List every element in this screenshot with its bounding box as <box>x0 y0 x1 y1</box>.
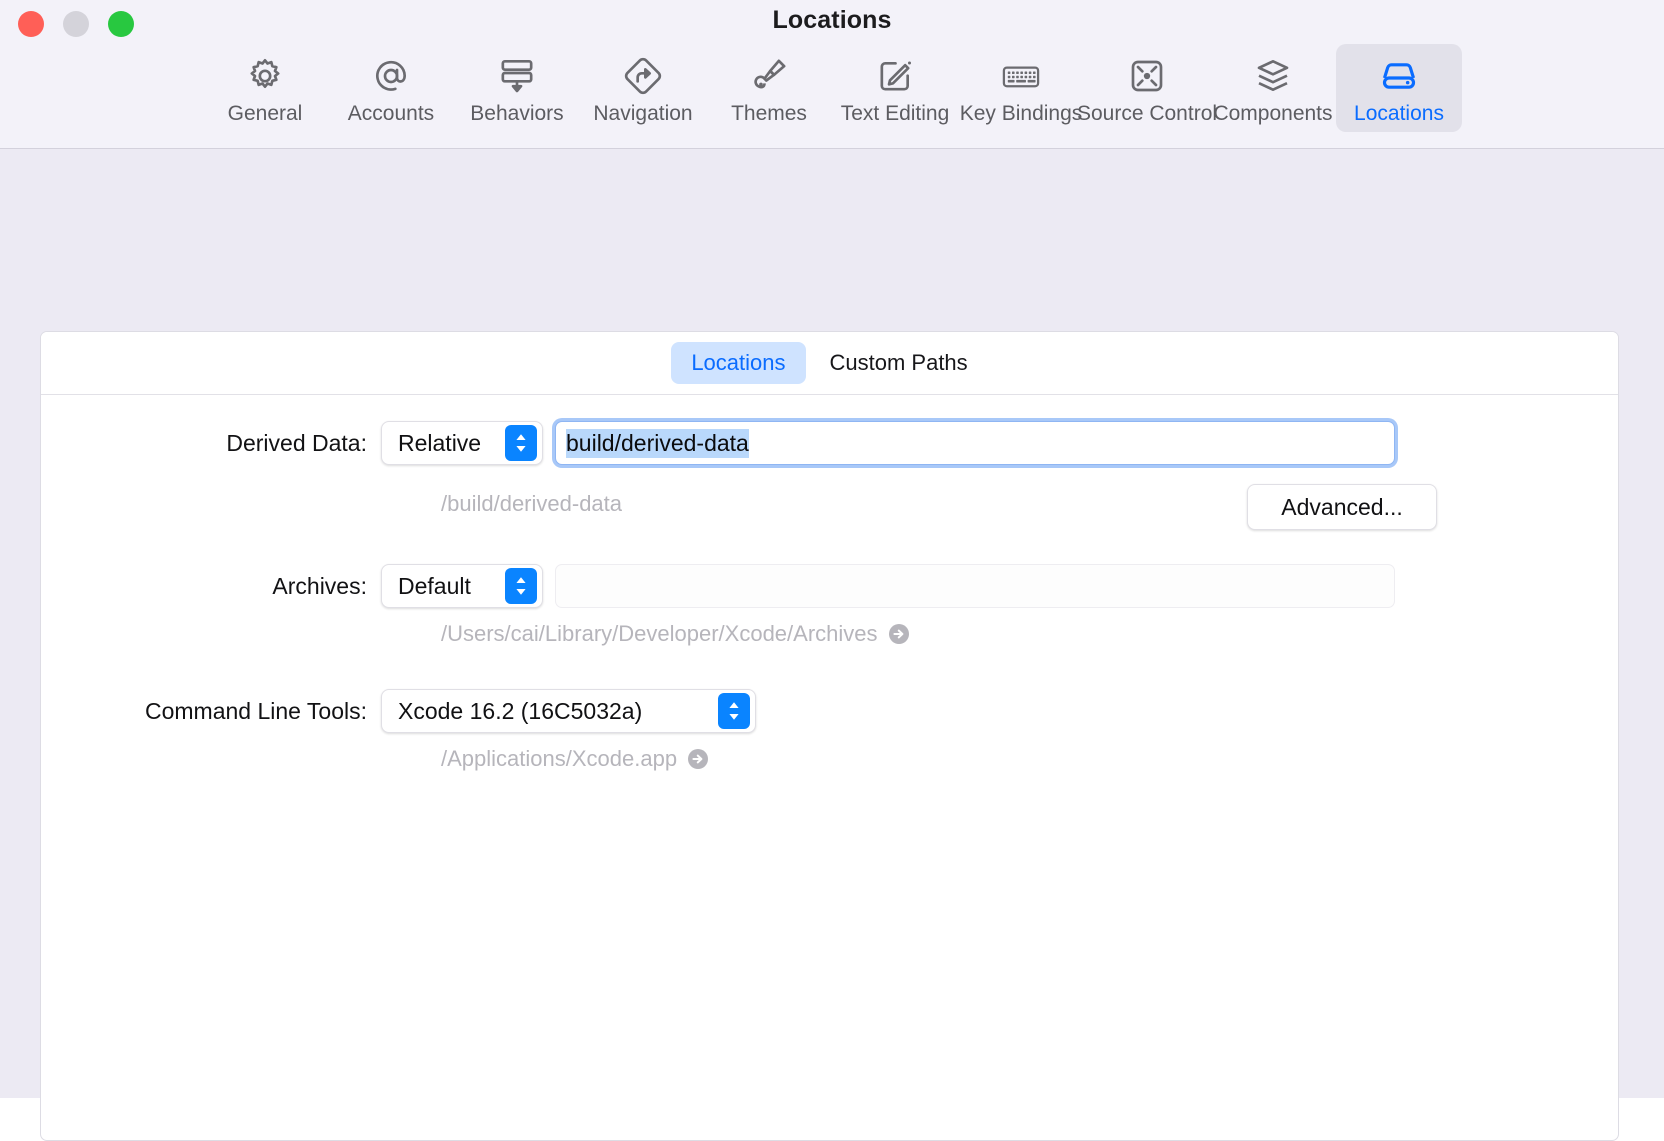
segmented-control: Locations Custom Paths <box>41 332 1618 395</box>
command-line-tools-label: Command Line Tools: <box>144 697 367 724</box>
derived-data-location-value: Relative <box>398 429 482 456</box>
toolbar-item-label: Locations <box>1354 102 1444 125</box>
chevron-up-down-icon <box>718 693 750 729</box>
toolbar-item-label: Text Editing <box>840 102 950 125</box>
locations-content-card: Locations Custom Paths Derived Data: Rel… <box>40 331 1619 1141</box>
settings-toolbar: General Accounts Behaviors Navigation Th… <box>0 44 1664 140</box>
tab-custom-paths[interactable]: Custom Paths <box>810 342 988 384</box>
archives-label: Archives: <box>272 572 367 599</box>
derived-data-path-input[interactable]: build/derived-data <box>555 421 1395 465</box>
arrow-right-circle-icon[interactable] <box>887 622 911 646</box>
harddisk-icon <box>1379 54 1419 98</box>
archives-sub-row: /Users/cai/Library/Developer/Xcode/Archi… <box>41 621 1618 647</box>
layers-icon <box>1253 54 1293 98</box>
toolbar-item-label: Components <box>1213 102 1333 125</box>
toolbar-item-themes[interactable]: Themes <box>706 44 832 132</box>
settings-window: Locations General Accounts Behaviors Nav… <box>0 0 1664 1141</box>
derived-data-row: Derived Data: Relative build/derived-dat… <box>41 421 1618 465</box>
keyboard-icon <box>1000 54 1042 98</box>
settings-body: Locations Custom Paths Derived Data: Rel… <box>0 149 1664 1141</box>
source-control-icon <box>1127 54 1167 98</box>
advanced-button[interactable]: Advanced... <box>1247 484 1437 530</box>
toolbar-item-label: Source Control <box>1076 102 1218 125</box>
archives-row: Archives: Default <box>41 564 1618 608</box>
navigation-icon <box>623 54 663 98</box>
toolbar-item-label: Key Bindings <box>959 102 1083 125</box>
tab-locations[interactable]: Locations <box>671 342 806 384</box>
archives-path-input <box>555 564 1395 608</box>
toolbar-item-components[interactable]: Components <box>1210 44 1336 132</box>
locations-form: Derived Data: Relative build/derived-dat… <box>41 395 1618 772</box>
derived-data-label: Derived Data: <box>226 429 367 456</box>
toolbar-item-navigation[interactable]: Navigation <box>580 44 706 132</box>
toolbar-item-label: Behaviors <box>470 102 564 125</box>
command-line-tools-resolved-path: /Applications/Xcode.app <box>441 746 678 771</box>
window-title: Locations <box>772 6 892 34</box>
toolbar-item-locations[interactable]: Locations <box>1336 44 1462 132</box>
toolbar-item-label: General <box>227 102 303 125</box>
command-line-tools-sub-row: /Applications/Xcode.app <box>41 746 1618 772</box>
toolbar-item-key-bindings[interactable]: Key Bindings <box>958 44 1084 132</box>
command-line-tools-popup[interactable]: Xcode 16.2 (16C5032a) <box>381 689 756 733</box>
behaviors-icon <box>497 54 537 98</box>
paintbrush-icon <box>749 54 789 98</box>
at-sign-icon <box>371 54 411 98</box>
toolbar-item-label: Navigation <box>593 102 693 125</box>
derived-data-location-popup[interactable]: Relative <box>381 421 543 465</box>
gear-icon <box>245 54 285 98</box>
derived-data-resolved-path: /build/derived-data <box>441 491 623 516</box>
derived-data-path-value: build/derived-data <box>566 428 749 458</box>
chevron-up-down-icon <box>505 425 537 461</box>
command-line-tools-value: Xcode 16.2 (16C5032a) <box>398 697 643 724</box>
derived-data-sub-row: /build/derived-data Advanced... <box>41 478 1618 530</box>
toolbar-item-accounts[interactable]: Accounts <box>328 44 454 132</box>
titlebar: Locations General Accounts Behaviors Nav… <box>0 0 1664 149</box>
toolbar-item-text-editing[interactable]: Text Editing <box>832 44 958 132</box>
arrow-right-circle-icon[interactable] <box>686 747 710 771</box>
toolbar-item-source-control[interactable]: Source Control <box>1077 44 1217 132</box>
toolbar-item-general[interactable]: General <box>202 44 328 132</box>
chevron-up-down-icon <box>505 568 537 604</box>
toolbar-item-label: Accounts <box>347 102 435 125</box>
command-line-tools-row: Command Line Tools: Xcode 16.2 (16C5032a… <box>41 689 1618 733</box>
toolbar-item-label: Themes <box>731 102 807 125</box>
archives-resolved-path: /Users/cai/Library/Developer/Xcode/Archi… <box>441 621 878 646</box>
toolbar-item-behaviors[interactable]: Behaviors <box>454 44 580 132</box>
pencil-square-icon <box>875 54 915 98</box>
archives-location-value: Default <box>398 572 471 599</box>
archives-location-popup[interactable]: Default <box>381 564 543 608</box>
